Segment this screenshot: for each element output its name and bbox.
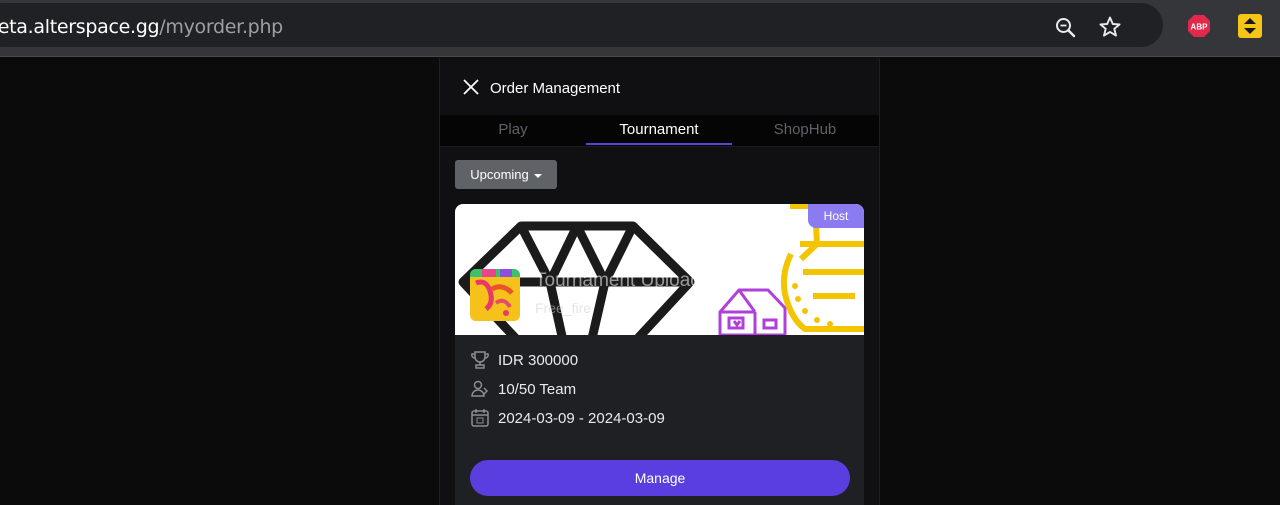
trophy-icon	[471, 351, 489, 369]
host-badge: Host	[808, 204, 864, 228]
url-text[interactable]: beta.alterspace.gg/myorder.php	[0, 16, 283, 38]
prize-row: IDR 300000	[470, 349, 578, 371]
teams-value: 10/50 Team	[498, 380, 577, 398]
status-filter-label: Upcoming	[470, 167, 529, 182]
url-domain: beta.alterspace.gg	[0, 16, 160, 38]
tournament-banner: Host Tournament Upload I Free_fire	[455, 204, 864, 335]
bookmark-star-icon[interactable]	[1098, 15, 1122, 44]
manage-button[interactable]: Manage	[470, 460, 850, 496]
game-logo	[470, 269, 520, 321]
tab-play[interactable]: Play	[440, 115, 586, 145]
teams-row: 10/50 Team	[470, 378, 576, 400]
order-tabs: Play Tournament ShopHub	[440, 115, 879, 147]
dates-value: 2024-03-09 - 2024-03-09	[498, 409, 665, 427]
tab-shophub[interactable]: ShopHub	[732, 115, 878, 145]
adblock-extension-icon[interactable]: ABP	[1187, 14, 1211, 43]
prize-value: IDR 300000	[498, 351, 579, 369]
users-icon	[471, 380, 489, 397]
abp-label: ABP	[1191, 23, 1209, 32]
caret-down-icon	[533, 173, 542, 178]
url-path: /myorder.php	[159, 16, 283, 38]
calendar-icon	[471, 409, 489, 427]
dates-row: 2024-03-09 - 2024-03-09	[470, 407, 665, 429]
extension-icon[interactable]	[1238, 14, 1262, 43]
tournament-game: Free_fire	[535, 300, 592, 316]
close-icon[interactable]	[463, 79, 479, 100]
tournament-title: Tournament Upload I	[535, 270, 712, 291]
tournament-card: Host Tournament Upload I Free_fire IDR 3…	[455, 204, 864, 505]
browser-toolbar: beta.alterspace.gg/myorder.php ABP	[0, 0, 1280, 57]
panel-header: Order Management	[440, 58, 879, 115]
status-filter-dropdown[interactable]: Upcoming	[455, 160, 557, 189]
tab-tournament[interactable]: Tournament	[586, 115, 732, 145]
address-bar[interactable]: beta.alterspace.gg/myorder.php	[0, 3, 1163, 47]
zoom-icon[interactable]	[1054, 16, 1078, 45]
page-title: Order Management	[490, 80, 621, 97]
order-management-panel: Order Management Play Tournament ShopHub…	[439, 58, 880, 505]
